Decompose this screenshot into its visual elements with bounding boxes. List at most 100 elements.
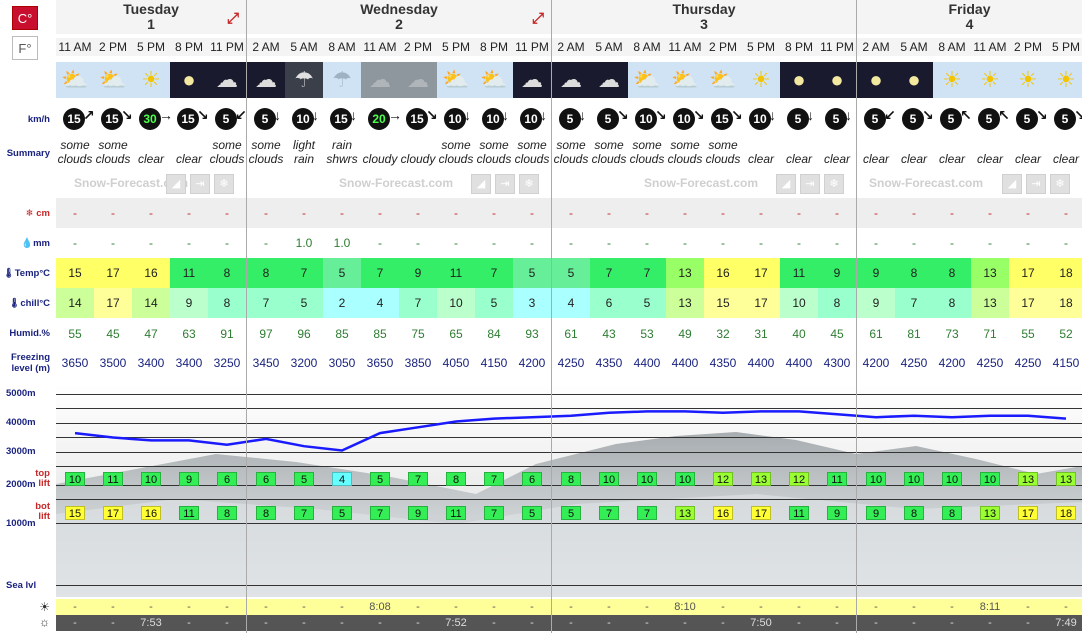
arrow-icon: ⇥ (495, 174, 515, 194)
chill-value: 9 (857, 288, 895, 318)
humidity-value: 84 (487, 327, 501, 341)
altitude-5000-label: 5000m (6, 388, 36, 399)
top-lift-temp: 10 (980, 472, 1000, 486)
expand-arrows-icon[interactable]: ⤢ (224, 10, 242, 28)
chill-value: 15 (704, 288, 742, 318)
bot-lift-temp: 7 (637, 506, 657, 520)
bot-lift-temp: 7 (294, 506, 314, 520)
summary-line-2: cloudy (362, 152, 398, 166)
wind-speed-badge: 5 (940, 108, 962, 130)
summary-line-2: clouds (591, 152, 627, 166)
sunrise-value: - (302, 601, 306, 613)
bot-lift-temp: 5 (561, 506, 581, 520)
freezing-level-value: 3850 (404, 356, 432, 370)
humidity-value: 43 (602, 327, 616, 341)
bot-lift-temp: 18 (1056, 506, 1076, 520)
wind-direction-arrow-icon: ↓ (274, 107, 281, 123)
wind-direction-arrow-icon: ↘ (1074, 107, 1082, 123)
top-lift-temp: 7 (484, 472, 504, 486)
freezing-level-value: 3650 (61, 356, 89, 370)
freezing-level-value: 3250 (213, 356, 241, 370)
temp-label: 🌡Temp°C (0, 268, 56, 279)
humidity-value: 61 (564, 327, 578, 341)
raindrop-icon: 💧 (21, 238, 34, 249)
snow-value: - (340, 206, 344, 220)
wind-speed-badge: 10 (749, 108, 771, 130)
brand-watermark: Snow-Forecast.com (869, 176, 984, 190)
freezing-level-value: 4250 (557, 356, 585, 370)
time-cell: 11 PM (208, 38, 246, 56)
partly-cloudy-sun-icon: ⛅ (704, 62, 742, 98)
temp-value: 15 (56, 258, 94, 288)
humidity-value: 31 (754, 327, 768, 341)
snow-value: - (225, 206, 229, 220)
summary-line-2: clear (976, 152, 1003, 166)
freezing-level-value: 4200 (938, 356, 966, 370)
sunrise-value: - (874, 601, 878, 613)
summary-cell: cloudy (361, 138, 399, 170)
sunrise-value: - (225, 601, 229, 613)
altitude-1000-label: 1000m (6, 518, 36, 529)
sunrise-value: 8:08 (369, 601, 391, 613)
expand-arrows-icon[interactable]: ⤢ (529, 10, 547, 28)
sunset-value: 7:49 (1055, 617, 1077, 629)
snowflake-box-icon: ❄ (824, 174, 844, 194)
summary-cell: some clouds (208, 138, 246, 170)
temp-value: 9 (818, 258, 856, 288)
summary-line-1: some (479, 138, 509, 152)
summary-line-1 (742, 138, 780, 152)
wind-speed-badge: 10 (673, 108, 695, 130)
snow-value: - (759, 206, 763, 220)
snow-value: - (607, 206, 611, 220)
wind-speed-badge: 15 (406, 108, 428, 130)
celsius-toggle-button[interactable]: C° (12, 6, 38, 30)
freezing-level-value: 4150 (1052, 356, 1080, 370)
summary-cell: light rain (285, 138, 323, 170)
wind-direction-arrow-icon: ↓ (464, 107, 471, 123)
wind-speed-badge: 5 (597, 108, 619, 130)
sunset-value: 7:52 (445, 617, 467, 629)
sunrise-value: - (645, 601, 649, 613)
chill-value: 14 (56, 288, 94, 318)
summary-line-2: clouds (705, 152, 741, 166)
sunset-value: - (607, 617, 611, 629)
rain-value: - (950, 236, 954, 250)
time-cell: 5 AM (590, 38, 628, 56)
wind-direction-arrow-icon: ↖ (998, 107, 1010, 123)
temp-value: 7 (590, 258, 628, 288)
summary-cell: clear (780, 138, 818, 170)
map-icon: ◢ (776, 174, 796, 194)
chill-value: 5 (475, 288, 513, 318)
freezing-level-value: 3200 (290, 356, 318, 370)
temp-value: 5 (513, 258, 551, 288)
rain-value: - (149, 236, 153, 250)
time-cell: 2 PM (399, 38, 437, 56)
rain-value: - (721, 236, 725, 250)
temp-value: 8 (247, 258, 285, 288)
wind-direction-arrow-icon: ↓ (540, 107, 547, 123)
freezing-level-value: 4250 (1014, 356, 1042, 370)
chill-value: 13 (971, 288, 1009, 318)
top-lift-temp: 12 (713, 472, 733, 486)
sunset-value: - (416, 617, 420, 629)
snow-value: - (302, 206, 306, 220)
freezing-level-value: 3050 (328, 356, 356, 370)
time-cell: 11 PM (513, 38, 551, 56)
snow-label: ❄ cm (0, 208, 56, 219)
top-lift-temp: 4 (332, 472, 352, 486)
temp-value: 17 (742, 258, 780, 288)
day-name: Thursday (672, 1, 736, 17)
sunrise-icon: ☀ (39, 600, 50, 614)
top-lift-temp: 10 (942, 472, 962, 486)
chill-value: 7 (247, 288, 285, 318)
top-lift-temp: 5 (294, 472, 314, 486)
summary-line-2: clear (175, 152, 202, 166)
fahrenheit-toggle-button[interactable]: F° (12, 36, 38, 60)
rain-value: 1.0 (295, 236, 313, 250)
snow-value: - (187, 206, 191, 220)
humidity-value: 71 (983, 327, 997, 341)
bot-lift-temp: 13 (980, 506, 1000, 520)
chill-value: 2 (323, 288, 361, 318)
temp-value: 7 (475, 258, 513, 288)
map-icon: ◢ (1002, 174, 1022, 194)
